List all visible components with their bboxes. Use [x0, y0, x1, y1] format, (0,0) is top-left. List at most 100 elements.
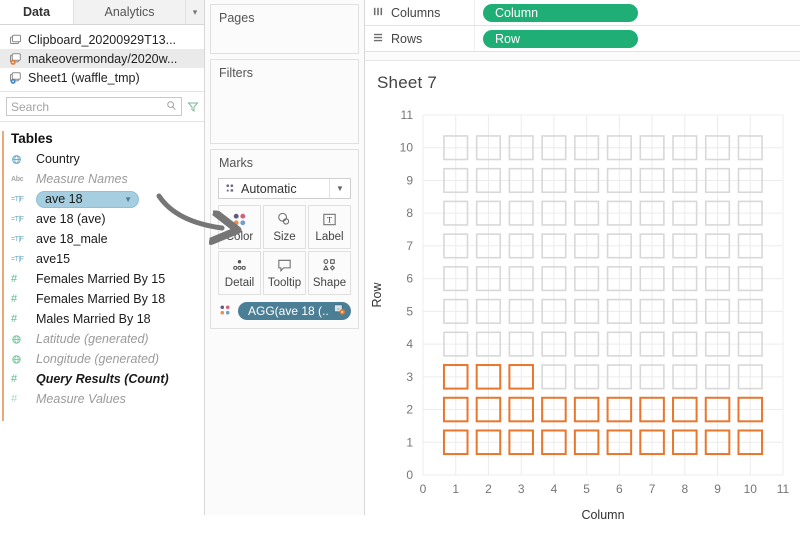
- funnel-icon[interactable]: [187, 99, 199, 115]
- y-axis-tick-label: 5: [406, 304, 413, 318]
- marks-color-pill-row: AGG(ave 18 (.. =: [218, 302, 351, 320]
- chevron-down-icon[interactable]: ▼: [124, 195, 132, 204]
- geo-gen-icon: [11, 334, 29, 345]
- datasource-label: Clipboard_20200929T13...: [28, 32, 177, 47]
- datasource-live-icon: [8, 52, 22, 66]
- field-item-query-results-count[interactable]: # Query Results (Count): [0, 369, 204, 389]
- marks-detail-button[interactable]: Detail: [218, 251, 261, 295]
- calc-string-icon: =T|F: [11, 195, 24, 203]
- x-axis-tick-label: 3: [518, 482, 525, 496]
- x-axis-tick-label: 4: [551, 482, 558, 496]
- datasource-item-sheet1[interactable]: Sheet1 (waffle_tmp): [0, 68, 204, 87]
- marks-color-button[interactable]: Color: [218, 205, 261, 249]
- pages-card-title: Pages: [219, 11, 255, 25]
- field-label: Latitude (generated): [36, 332, 149, 346]
- search-icon: [166, 100, 177, 114]
- tab-analytics[interactable]: Analytics: [74, 0, 186, 24]
- marks-color-label: Color: [225, 231, 254, 243]
- columns-shelf[interactable]: Columns Column: [365, 0, 800, 26]
- rows-shelf-dropzone[interactable]: Row: [475, 29, 800, 48]
- columns-pill[interactable]: Column: [483, 3, 638, 22]
- field-item-ave-18-male[interactable]: =T|F ave 18_male: [0, 229, 204, 249]
- selected-field-pill[interactable]: ave 18 ▼: [36, 190, 139, 208]
- x-axis-tick-label: 6: [616, 482, 623, 496]
- marks-card: Marks Automatic ▼ Color Size T Label Det…: [210, 149, 359, 329]
- detail-dots-icon: [231, 257, 248, 274]
- rows-shelf[interactable]: Rows Row: [365, 26, 800, 52]
- datasource-list: Clipboard_20200929T13... makeovermonday/…: [0, 25, 204, 92]
- x-axis-tick-label: 5: [583, 482, 590, 496]
- search-box[interactable]: [6, 97, 182, 116]
- size-circles-icon: [276, 211, 293, 228]
- field-label: Measure Values: [36, 392, 126, 406]
- field-item-country[interactable]: Country: [0, 149, 204, 169]
- mark-type-label: Automatic: [241, 181, 297, 196]
- mark-type-dropdown[interactable]: Automatic ▼: [218, 178, 351, 199]
- columns-shelf-label: Columns: [391, 5, 441, 20]
- rows-pill[interactable]: Row: [483, 29, 638, 48]
- measure-icon: #: [11, 373, 18, 385]
- x-axis-title: Column: [581, 508, 624, 522]
- field-label: ave 18: [45, 192, 83, 206]
- marks-tooltip-button[interactable]: Tooltip: [263, 251, 306, 295]
- datasource-accent-bar: [2, 131, 4, 421]
- field-item-females-married-by-18[interactable]: # Females Married By 18: [0, 289, 204, 309]
- field-item-measure-names[interactable]: Abc Measure Names: [0, 169, 204, 189]
- y-axis-tick-label: 3: [406, 370, 413, 384]
- marks-label-button[interactable]: T Label: [308, 205, 351, 249]
- x-axis-tick-label: 2: [485, 482, 492, 496]
- datasource-label: makeovermonday/2020w...: [28, 51, 178, 66]
- marks-card-title: Marks: [219, 156, 254, 170]
- field-item-males-married-by-18[interactable]: # Males Married By 18: [0, 309, 204, 329]
- calc-string-icon: =T|F: [11, 235, 24, 243]
- field-label: Females Married By 15: [36, 272, 166, 286]
- field-item-ave-18-ave[interactable]: =T|F ave 18 (ave): [0, 209, 204, 229]
- y-axis-tick-label: 11: [401, 108, 414, 122]
- field-item-longitude[interactable]: Longitude (generated): [0, 349, 204, 369]
- rows-shelf-icon: [373, 32, 384, 46]
- label-t-icon: T: [321, 211, 338, 228]
- field-item-measure-values[interactable]: # Measure Values: [0, 389, 204, 409]
- rows-pill-label: Row: [495, 31, 521, 46]
- marks-size-label: Size: [273, 231, 296, 243]
- pane-tabstrip: Data Analytics ▾: [0, 0, 204, 25]
- chevron-down-icon[interactable]: ▼: [329, 179, 350, 198]
- field-item-latitude[interactable]: Latitude (generated): [0, 329, 204, 349]
- field-list: Country Abc Measure Names =T|F ave 18 ▼ …: [0, 149, 204, 409]
- datasource-item-makeovermonday[interactable]: makeovermonday/2020w...: [0, 49, 204, 68]
- pages-card[interactable]: Pages: [210, 4, 359, 54]
- field-item-ave15[interactable]: =T|F ave15: [0, 249, 204, 269]
- x-axis-tick-label: 0: [420, 482, 427, 496]
- sheet-title: Sheet 7: [377, 73, 438, 92]
- field-label: ave 18 (ave): [36, 212, 106, 226]
- rows-shelf-label: Rows: [391, 31, 423, 46]
- color-dots-icon: [231, 211, 248, 228]
- y-axis-tick-label: 9: [406, 173, 413, 187]
- search-input[interactable]: [11, 99, 166, 114]
- field-label: Longitude (generated): [36, 352, 160, 366]
- waffle-chart-svg[interactable]: 0 1 2 3 4 5 6 7 8 9 10 11 0 1 2 3 4 5 6 7 8 9 10 11 Column Row: [365, 97, 797, 537]
- field-item-ave-18[interactable]: =T|F ave 18 ▼: [0, 189, 204, 209]
- svg-text:T: T: [327, 214, 333, 224]
- field-label: ave15: [36, 252, 71, 266]
- filters-card[interactable]: Filters: [210, 59, 359, 144]
- tab-data-label: Data: [22, 5, 51, 19]
- sort-caret-icon[interactable]: ▾: [186, 0, 204, 24]
- field-item-females-married-by-15[interactable]: # Females Married By 15: [0, 269, 204, 289]
- tab-data[interactable]: Data: [0, 0, 74, 24]
- tableau-window: Data Analytics ▾ Clipboard_20200929T13..…: [0, 0, 800, 522]
- measure-icon: #: [11, 293, 18, 305]
- marks-size-button[interactable]: Size: [263, 205, 306, 249]
- marks-color-pill[interactable]: AGG(ave 18 (.. =: [238, 302, 351, 320]
- data-pane: Data Analytics ▾ Clipboard_20200929T13..…: [0, 0, 230, 515]
- x-axis-tick-label: 10: [744, 482, 758, 496]
- columns-pill-label: Column: [495, 5, 539, 20]
- field-label: Country: [36, 152, 80, 166]
- waffle-chart[interactable]: 0 1 2 3 4 5 6 7 8 9 10 11 0 1 2 3 4 5 6 7 8 9 10 11 Column Row: [365, 97, 800, 537]
- columns-shelf-dropzone[interactable]: Column: [475, 3, 800, 22]
- marks-shape-button[interactable]: Shape: [308, 251, 351, 295]
- datasource-icon: [8, 33, 22, 47]
- marks-label-label: Label: [315, 231, 344, 243]
- y-axis-tick-label: 1: [406, 435, 413, 449]
- datasource-item-clipboard[interactable]: Clipboard_20200929T13...: [0, 30, 204, 49]
